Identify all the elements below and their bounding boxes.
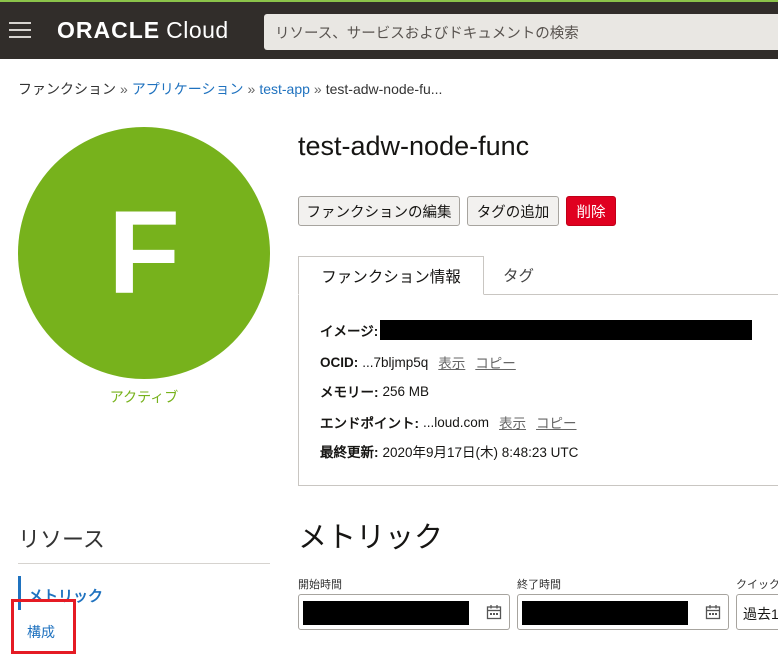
end-time-redacted	[522, 601, 688, 625]
breadcrumb: ファンクション» アプリケーション» test-app» test-adw-node-…	[18, 79, 442, 99]
memory-value: 256 MB	[382, 383, 430, 399]
last-updated-value: 2020年9月17日(木) 8:48:23 UTC	[382, 445, 579, 460]
image-label: イメージ:	[320, 324, 379, 339]
end-time-input[interactable]	[517, 594, 729, 630]
breadcrumb-functions: ファンクション	[18, 81, 116, 97]
ocid-label: OCID:	[320, 354, 359, 370]
ocid-row: OCID: ...7bljmp5q 表示 コピー	[320, 352, 516, 372]
oracle-cloud-logo[interactable]: ORACLE Cloud	[57, 17, 229, 44]
breadcrumb-app-link[interactable]: test-app	[259, 81, 310, 97]
metrics-title: メトリック	[298, 522, 444, 554]
endpoint-row: エンドポイント: ...loud.com 表示 コピー	[320, 412, 577, 432]
breadcrumb-separator: »	[120, 81, 128, 97]
endpoint-copy-link[interactable]: コピー	[536, 412, 577, 432]
image-row: イメージ:	[320, 320, 753, 340]
last-updated-row: 最終更新: 2020年9月17日(木) 8:48:23 UTC	[320, 441, 578, 461]
logo-brand: ORACLE	[57, 17, 161, 43]
top-navigation-bar: ORACLE Cloud リソース、サービスおよびドキュメントの検索	[0, 2, 778, 59]
delete-button[interactable]: 削除	[566, 196, 616, 226]
breadcrumb-separator: »	[247, 81, 256, 97]
function-avatar: F	[18, 127, 270, 379]
avatar-letter: F	[107, 187, 181, 319]
memory-row: メモリー: 256 MB	[320, 381, 429, 401]
tab-tags[interactable]: タグ	[503, 264, 534, 286]
image-redacted	[380, 320, 753, 340]
breadcrumb-applications-link[interactable]: アプリケーション	[132, 81, 244, 97]
start-time-redacted	[303, 601, 469, 625]
edit-function-button[interactable]: ファンクションの編集	[298, 196, 460, 226]
add-tag-button[interactable]: タグの追加	[467, 196, 559, 226]
menu-icon[interactable]	[9, 22, 31, 39]
resources-divider	[18, 563, 270, 564]
calendar-icon[interactable]	[705, 604, 721, 620]
ocid-value: ...7bljmp5q	[362, 354, 429, 370]
endpoint-label: エンドポイント:	[320, 416, 419, 431]
endpoint-show-link[interactable]: 表示	[499, 412, 526, 432]
resources-title: リソース	[18, 527, 105, 552]
page-title: test-adw-node-func	[298, 131, 530, 161]
start-time-input[interactable]	[298, 594, 510, 630]
ocid-show-link[interactable]: 表示	[438, 352, 465, 372]
quick-select-label: クイック	[736, 579, 778, 591]
last-updated-label: 最終更新:	[320, 445, 379, 460]
status-label: アクティブ	[109, 389, 179, 405]
calendar-icon[interactable]	[486, 604, 502, 620]
endpoint-value: ...loud.com	[423, 414, 490, 430]
end-time-label: 終了時間	[517, 579, 561, 591]
highlight-box	[11, 599, 76, 654]
tab-function-info[interactable]: ファンクション情報	[298, 256, 484, 295]
ocid-copy-link[interactable]: コピー	[475, 352, 516, 372]
quick-select[interactable]: 過去1	[736, 594, 778, 630]
breadcrumb-separator: »	[313, 81, 322, 97]
logo-product: Cloud	[166, 17, 229, 43]
memory-label: メモリー:	[320, 385, 379, 400]
start-time-label: 開始時間	[298, 579, 342, 591]
search-input[interactable]: リソース、サービスおよびドキュメントの検索	[264, 14, 778, 50]
breadcrumb-current: test-adw-node-fu...	[325, 81, 443, 97]
